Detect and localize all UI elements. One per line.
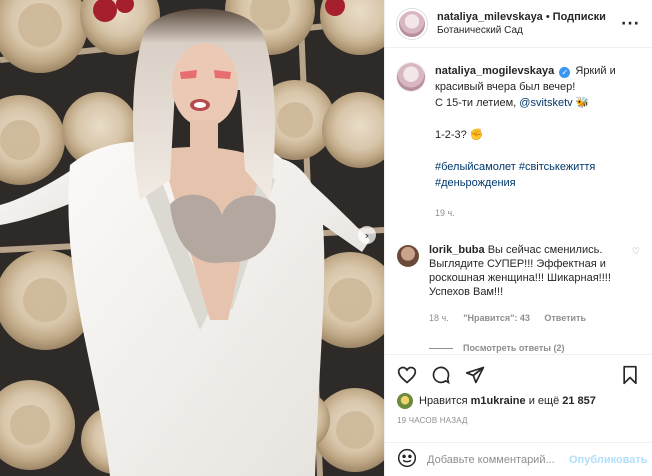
caption-username[interactable]: nataliya_mogilevskaya bbox=[435, 65, 554, 77]
comment-input[interactable] bbox=[427, 453, 569, 466]
liker-avatar[interactable] bbox=[397, 393, 413, 409]
bookmark-icon[interactable] bbox=[620, 365, 640, 385]
likes-prefix: Нравится bbox=[419, 395, 468, 407]
caption-body: nataliya_mogilevskaya ✓ Яркий и красивый… bbox=[435, 63, 640, 221]
post-photo[interactable]: › bbox=[0, 0, 384, 476]
post-caption: nataliya_mogilevskaya ✓ Яркий и красивый… bbox=[397, 63, 640, 221]
commenter-avatar[interactable] bbox=[397, 245, 419, 267]
likes-suffix: и ещё bbox=[528, 395, 560, 407]
comment-meta: 18 ч. "Нравится": 43 Ответить bbox=[429, 311, 626, 325]
bee-emoji: 🐝 bbox=[575, 97, 590, 109]
smiley-icon[interactable] bbox=[397, 448, 417, 471]
view-replies-label: Посмотреть ответы (2) bbox=[463, 343, 565, 353]
liker-username[interactable]: m1ukraine bbox=[471, 395, 526, 407]
reply-button[interactable]: Ответить bbox=[544, 313, 586, 323]
separator-dot: • bbox=[545, 10, 550, 23]
comment-heart-icon[interactable]: ♡ bbox=[632, 247, 640, 325]
comment-likes[interactable]: "Нравится": 43 bbox=[463, 313, 530, 323]
caption-hashtags-1[interactable]: #белыйсамолет #світськежиття bbox=[435, 161, 595, 173]
comment-item: lorik_buba Вы сейчас сменились. Выглядит… bbox=[397, 243, 640, 325]
author-username[interactable]: nataliya_milevskaya bbox=[437, 11, 543, 23]
caption-mention[interactable]: @svitsketv bbox=[519, 97, 572, 109]
share-plane-icon[interactable] bbox=[465, 365, 485, 385]
comment-bubble-icon[interactable] bbox=[431, 365, 451, 385]
follow-button[interactable]: Подписки bbox=[553, 11, 606, 23]
heart-icon[interactable] bbox=[397, 365, 417, 385]
add-comment-bar: Опубликовать bbox=[385, 442, 652, 476]
caption-avatar[interactable] bbox=[397, 63, 425, 91]
caption-time[interactable]: 19 ч. bbox=[435, 205, 640, 221]
chevron-right-icon: › bbox=[364, 228, 370, 242]
post-header: nataliya_milevskaya • Подписки Ботанически… bbox=[385, 0, 652, 48]
comment-time[interactable]: 18 ч. bbox=[429, 313, 449, 323]
caption-hashtags-2[interactable]: #деньрождения bbox=[435, 177, 516, 189]
caption-line3: 1-2-3? ✊ bbox=[435, 129, 484, 141]
posted-ago[interactable]: 19 ЧАСОВ НАЗАД bbox=[397, 416, 640, 425]
photo-illustration bbox=[0, 0, 384, 476]
action-icons bbox=[397, 363, 640, 387]
post-location[interactable]: Ботанический Сад bbox=[437, 24, 621, 38]
view-replies-button[interactable]: Посмотреть ответы (2) bbox=[429, 343, 640, 353]
publish-button[interactable]: Опубликовать bbox=[569, 454, 648, 466]
author-meta: nataliya_milevskaya • Подписки Ботанически… bbox=[437, 10, 621, 38]
verified-badge-icon: ✓ bbox=[559, 67, 571, 78]
next-photo-button[interactable]: › bbox=[358, 226, 376, 244]
comments-section[interactable]: nataliya_mogilevskaya ✓ Яркий и красивый… bbox=[385, 49, 652, 354]
replies-divider bbox=[429, 348, 453, 350]
likes-summary: Нравится m1ukraine и ещё 21 857 bbox=[397, 393, 640, 409]
comment-body: lorik_buba Вы сейчас сменились. Выглядит… bbox=[429, 243, 626, 325]
caption-line2-prefix: С 15-ти летием, bbox=[435, 97, 517, 109]
commenter-username[interactable]: lorik_buba bbox=[429, 244, 485, 256]
likes-count[interactable]: 21 857 bbox=[562, 395, 596, 407]
author-avatar[interactable] bbox=[397, 8, 427, 39]
post-side-panel: nataliya_milevskaya • Подписки Ботанически… bbox=[384, 0, 652, 476]
post-actions: Нравится m1ukraine и ещё 21 857 19 ЧАСОВ… bbox=[385, 354, 652, 425]
more-dots-icon[interactable]: ··· bbox=[621, 16, 640, 32]
